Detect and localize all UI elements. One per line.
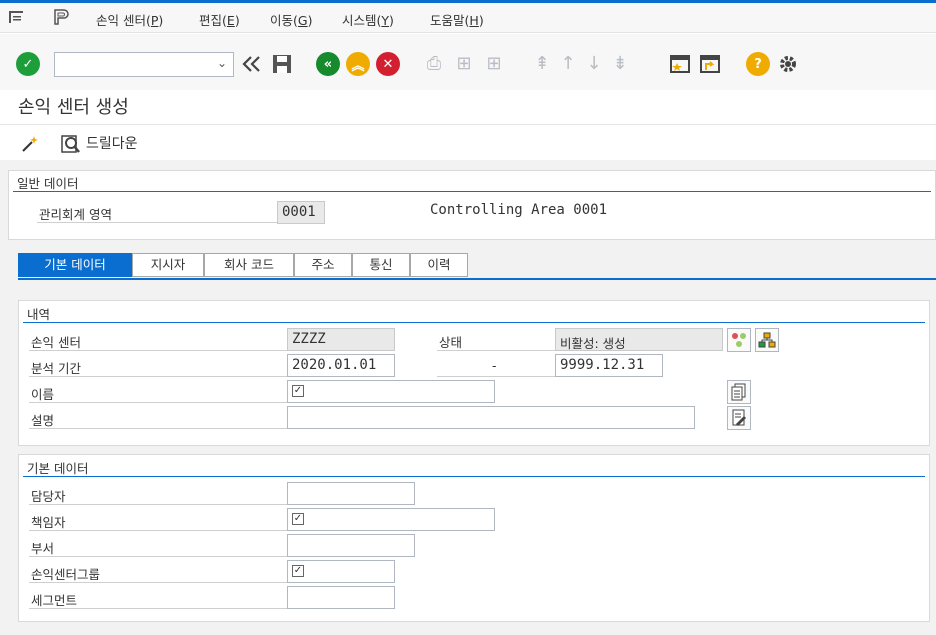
label-underline <box>37 222 277 223</box>
menu-system[interactable]: 시스템(Y) <box>342 10 394 29</box>
person-in-charge-label: 담당자 <box>31 489 66 504</box>
save-icon[interactable] <box>270 52 294 76</box>
label-underline <box>29 402 287 403</box>
gear-icon[interactable] <box>776 52 800 76</box>
back-icon[interactable]: « <box>316 52 340 76</box>
label-underline <box>29 504 287 505</box>
find-icon: ⊞ <box>456 53 472 74</box>
co-area-label: 관리회계 영역 <box>39 207 112 222</box>
name-field[interactable]: ✓ <box>287 380 495 403</box>
section-divider <box>13 191 931 192</box>
status-label: 상태 <box>439 335 463 350</box>
person-in-charge-field[interactable] <box>287 482 415 505</box>
first-page-icon: ⇞ <box>534 53 550 74</box>
magic-wand-icon[interactable] <box>20 134 40 154</box>
label-underline <box>29 556 287 557</box>
department-field[interactable] <box>287 534 415 557</box>
section-divider <box>23 322 925 323</box>
period-from-field[interactable]: 2020.01.01 <box>287 354 395 377</box>
page-title: 손익 센터 생성 <box>18 97 129 118</box>
label-underline <box>29 350 287 351</box>
menu-icon[interactable] <box>8 9 26 25</box>
content-area: 일반 데이터 관리회계 영역 0001 Controlling Area 000… <box>0 160 936 635</box>
edit-text-icon[interactable] <box>727 406 751 430</box>
tab-address[interactable]: 주소 <box>294 253 352 277</box>
label-underline <box>29 530 287 531</box>
customize-icon[interactable] <box>52 9 70 25</box>
tab-communication[interactable]: 통신 <box>352 253 410 277</box>
label-underline <box>437 376 555 377</box>
period-to-field[interactable]: 9999.12.31 <box>555 354 663 377</box>
chevron-down-icon[interactable]: ⌄ <box>217 56 227 70</box>
section-divider <box>23 476 925 477</box>
pc-group-label: 손익센터그룹 <box>31 567 101 582</box>
generate-shortcut-icon[interactable] <box>698 52 722 76</box>
required-checkbox-icon: ✓ <box>292 513 304 525</box>
segment-field[interactable] <box>287 586 395 609</box>
basic-data-title: 기본 데이터 <box>27 461 89 476</box>
tab-company-code[interactable]: 회사 코드 <box>204 253 294 277</box>
basic-data-panel: 기본 데이터 담당자 책임자 ✓ 부서 손익센터그룹 ✓ 세그먼트 <box>18 454 930 622</box>
command-field[interactable]: ⌄ <box>54 52 234 77</box>
application-toolbar: 드릴다운 <box>0 125 936 161</box>
menu-help[interactable]: 도움말(H) <box>430 10 484 29</box>
description-label: 설명 <box>31 413 55 428</box>
analysis-period-label: 분석 기간 <box>31 361 81 376</box>
exit-icon[interactable]: ︽ <box>346 52 370 76</box>
previous-page-icon: ↑ <box>560 53 576 74</box>
details-title: 내역 <box>27 307 51 322</box>
tab-underline <box>18 278 936 280</box>
details-panel: 내역 손익 센터 ZZZZ 상태 비활성: 생성 분석 기간 2020.01.0… <box>18 300 930 446</box>
print-icon: ⎙ <box>426 53 442 74</box>
general-data-title: 일반 데이터 <box>17 176 79 191</box>
required-checkbox-icon: ✓ <box>292 565 304 577</box>
long-text-icon[interactable] <box>727 380 751 404</box>
profit-center-label: 손익 센터 <box>31 335 81 350</box>
hierarchy-icon[interactable] <box>755 328 779 352</box>
next-page-icon: ↓ <box>586 53 602 74</box>
department-label: 부서 <box>31 541 55 556</box>
label-underline <box>437 350 555 351</box>
co-area-description: Controlling Area 0001 <box>430 202 608 218</box>
co-area-field[interactable]: 0001 <box>277 201 325 224</box>
required-checkbox-icon: ✓ <box>292 385 304 397</box>
menu-bar: 손익 센터(P) 편집(E) 이동(G) 시스템(Y) 도움말(H) <box>0 3 936 33</box>
responsible-label: 책임자 <box>31 515 66 530</box>
drilldown-button[interactable]: 드릴다운 <box>86 133 138 153</box>
menu-edit[interactable]: 편집(E) <box>199 10 240 29</box>
menu-profit-center[interactable]: 손익 센터(P) <box>96 10 163 29</box>
responsible-field[interactable]: ✓ <box>287 508 495 531</box>
profit-center-field[interactable]: ZZZZ <box>287 328 395 351</box>
status-field: 비활성: 생성 <box>555 328 723 351</box>
description-field[interactable] <box>287 406 695 429</box>
label-underline <box>29 582 287 583</box>
enter-checkmark-icon[interactable]: ✓ <box>16 52 40 76</box>
menu-goto[interactable]: 이동(G) <box>270 10 312 29</box>
period-separator: - <box>492 358 497 373</box>
help-icon[interactable]: ? <box>746 52 770 76</box>
name-label: 이름 <box>31 387 55 402</box>
tab-basic-data[interactable]: 기본 데이터 <box>18 253 132 277</box>
pc-group-field[interactable]: ✓ <box>287 560 395 583</box>
label-underline <box>29 376 287 377</box>
label-underline <box>29 608 287 609</box>
cancel-icon[interactable]: ✕ <box>376 52 400 76</box>
standard-toolbar: ✓ ⌄ « ︽ ✕ ⎙ ⊞ ⊞ ⇞ ↑ ↓ ⇟ ? <box>0 34 936 90</box>
status-change-icon[interactable] <box>727 328 751 352</box>
tab-indicators[interactable]: 지시자 <box>132 253 204 277</box>
label-underline <box>29 428 287 429</box>
segment-label: 세그먼트 <box>31 593 78 608</box>
general-data-panel: 일반 데이터 관리회계 영역 0001 Controlling Area 000… <box>8 170 936 240</box>
create-session-icon[interactable] <box>668 52 692 76</box>
last-page-icon: ⇟ <box>612 53 628 74</box>
drilldown-icon[interactable] <box>60 133 82 155</box>
find-next-icon: ⊞ <box>486 53 502 74</box>
collapse-double-chevron-icon[interactable] <box>240 52 264 76</box>
tab-history[interactable]: 이력 <box>410 253 468 277</box>
